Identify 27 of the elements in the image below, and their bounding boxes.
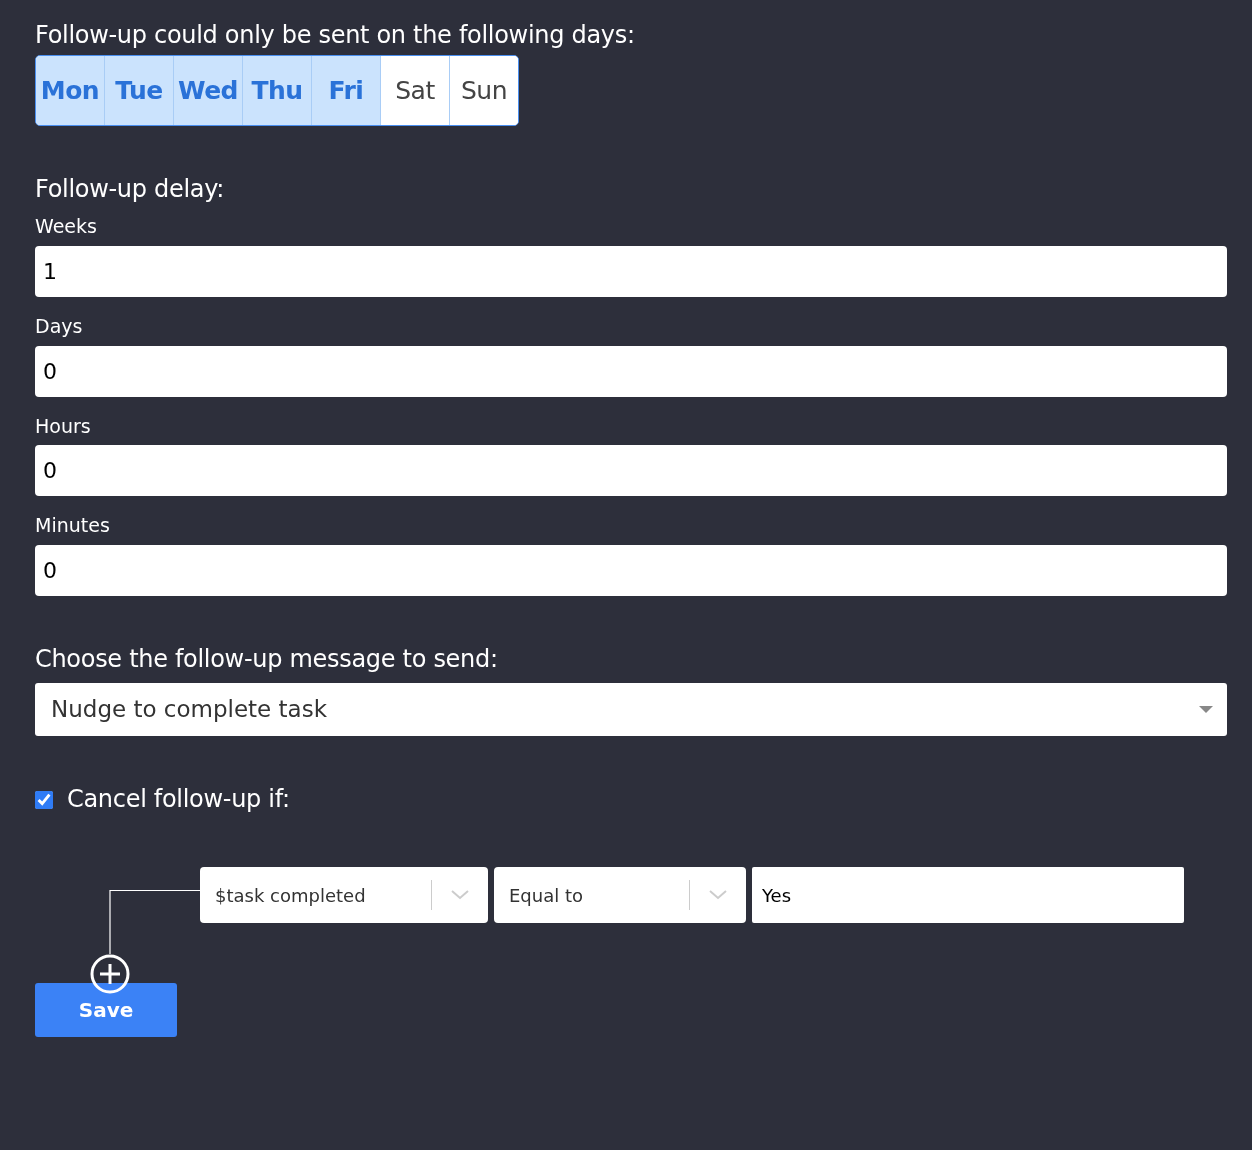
field-label: Days <box>35 313 84 339</box>
number-field[interactable]: 0 <box>35 544 1227 596</box>
section-title: Follow-up delay: <box>35 174 226 206</box>
field-label: Weeks <box>35 214 98 240</box>
field-label: Hours <box>35 413 92 439</box>
add-condition-icon[interactable] <box>90 954 130 995</box>
day-toggle[interactable]: Tue <box>105 56 174 126</box>
operator-select[interactable]: Equal to <box>494 867 746 924</box>
field-label: Minutes <box>35 513 111 539</box>
chevron-down-icon <box>451 890 469 901</box>
day-toggle[interactable]: Wed <box>174 56 243 126</box>
save-button[interactable]: Save <box>35 983 177 1038</box>
checkbox[interactable] <box>35 790 53 809</box>
chevron-down-icon <box>709 890 727 901</box>
number-field[interactable]: 0 <box>35 445 1227 497</box>
value-field[interactable]: Yes <box>752 867 1184 924</box>
number-field[interactable]: 0 <box>35 345 1227 397</box>
section-title: Choose the follow-up message to send: <box>35 643 499 675</box>
message-select[interactable]: Nudge to complete task <box>35 682 1227 736</box>
variable-select[interactable]: $task completed <box>200 867 488 924</box>
dropdown-arrow-icon <box>1199 705 1213 713</box>
checkbox-label: Cancel follow-up if: <box>67 783 290 815</box>
day-toggle[interactable]: Thu <box>243 56 312 126</box>
day-toggle[interactable]: Fri <box>312 56 381 126</box>
section-title: Follow-up could only be sent on the following days: <box>35 20 636 51</box>
number-field[interactable]: 1 <box>35 245 1227 297</box>
day-toggle[interactable]: Mon <box>36 56 105 126</box>
